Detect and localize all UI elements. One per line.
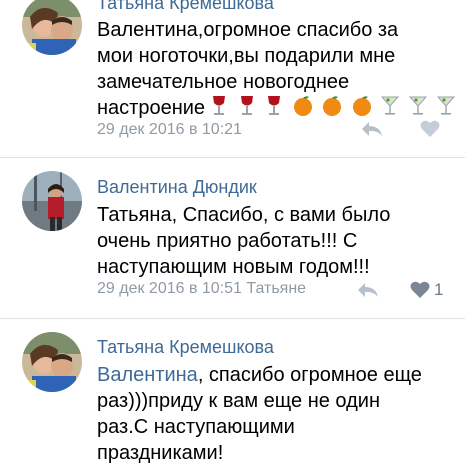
heart-icon[interactable] xyxy=(410,281,430,304)
divider xyxy=(0,157,465,158)
wine-glass-icon xyxy=(264,95,284,124)
comment-line: очень приятно работать!!! С xyxy=(97,230,358,252)
comment-text: Татьяна, Спасибо, с вами было очень прия… xyxy=(97,202,447,280)
orange-icon xyxy=(321,95,343,124)
reply-to-link[interactable]: Татьяне xyxy=(246,280,306,297)
comment-date: 29 дек 2016 в 10:21 xyxy=(97,121,242,138)
comment-line: настроение xyxy=(97,95,455,124)
avatar[interactable] xyxy=(22,171,82,231)
mention-link[interactable]: Валентина xyxy=(97,364,198,386)
comment-line: наступающим новым годом!!! xyxy=(97,256,370,278)
comment-line: раз.С наступающими xyxy=(97,416,295,438)
author-name[interactable]: Валентина Дюндик xyxy=(97,176,257,198)
author-name[interactable]: Татьяна Кремешкова xyxy=(97,0,274,14)
author-name[interactable]: Татьяна Кремешкова xyxy=(97,336,274,358)
avatar[interactable] xyxy=(22,332,82,392)
comment-line: Валентина,огромное спасибо за xyxy=(97,19,399,41)
comment-line: Валентина, спасибо огромное еще xyxy=(97,362,447,388)
heart-icon[interactable] xyxy=(420,120,440,143)
reply-icon[interactable] xyxy=(360,120,384,143)
comment-line: раз)))приду к вам еще не один xyxy=(97,390,380,412)
comment-line: Татьяна, Спасибо, с вами было xyxy=(97,204,391,226)
comment-date: 29 дек 2016 в 10:51 xyxy=(97,280,242,297)
comment-text: Валентина,огромное спасибо за мои ногото… xyxy=(97,17,455,124)
comment-meta: 29 дек 2016 в 10:51 Татьяне xyxy=(97,279,306,299)
comment-line: праздниками! xyxy=(97,442,224,464)
comment-line-text: , спасибо огромное еще xyxy=(197,364,422,386)
comment-text: Валентина, спасибо огромное еще раз)))пр… xyxy=(97,362,447,466)
orange-icon xyxy=(292,95,314,124)
comment-line: замечательное новогоднее xyxy=(97,71,350,93)
comment-line-text: настроение xyxy=(97,97,206,119)
avatar[interactable] xyxy=(22,0,82,55)
like-count: 1 xyxy=(434,280,444,299)
divider xyxy=(0,318,465,319)
reply-icon[interactable] xyxy=(356,281,380,304)
comment-line: мои ноготочки,вы подарили мне xyxy=(97,45,396,67)
